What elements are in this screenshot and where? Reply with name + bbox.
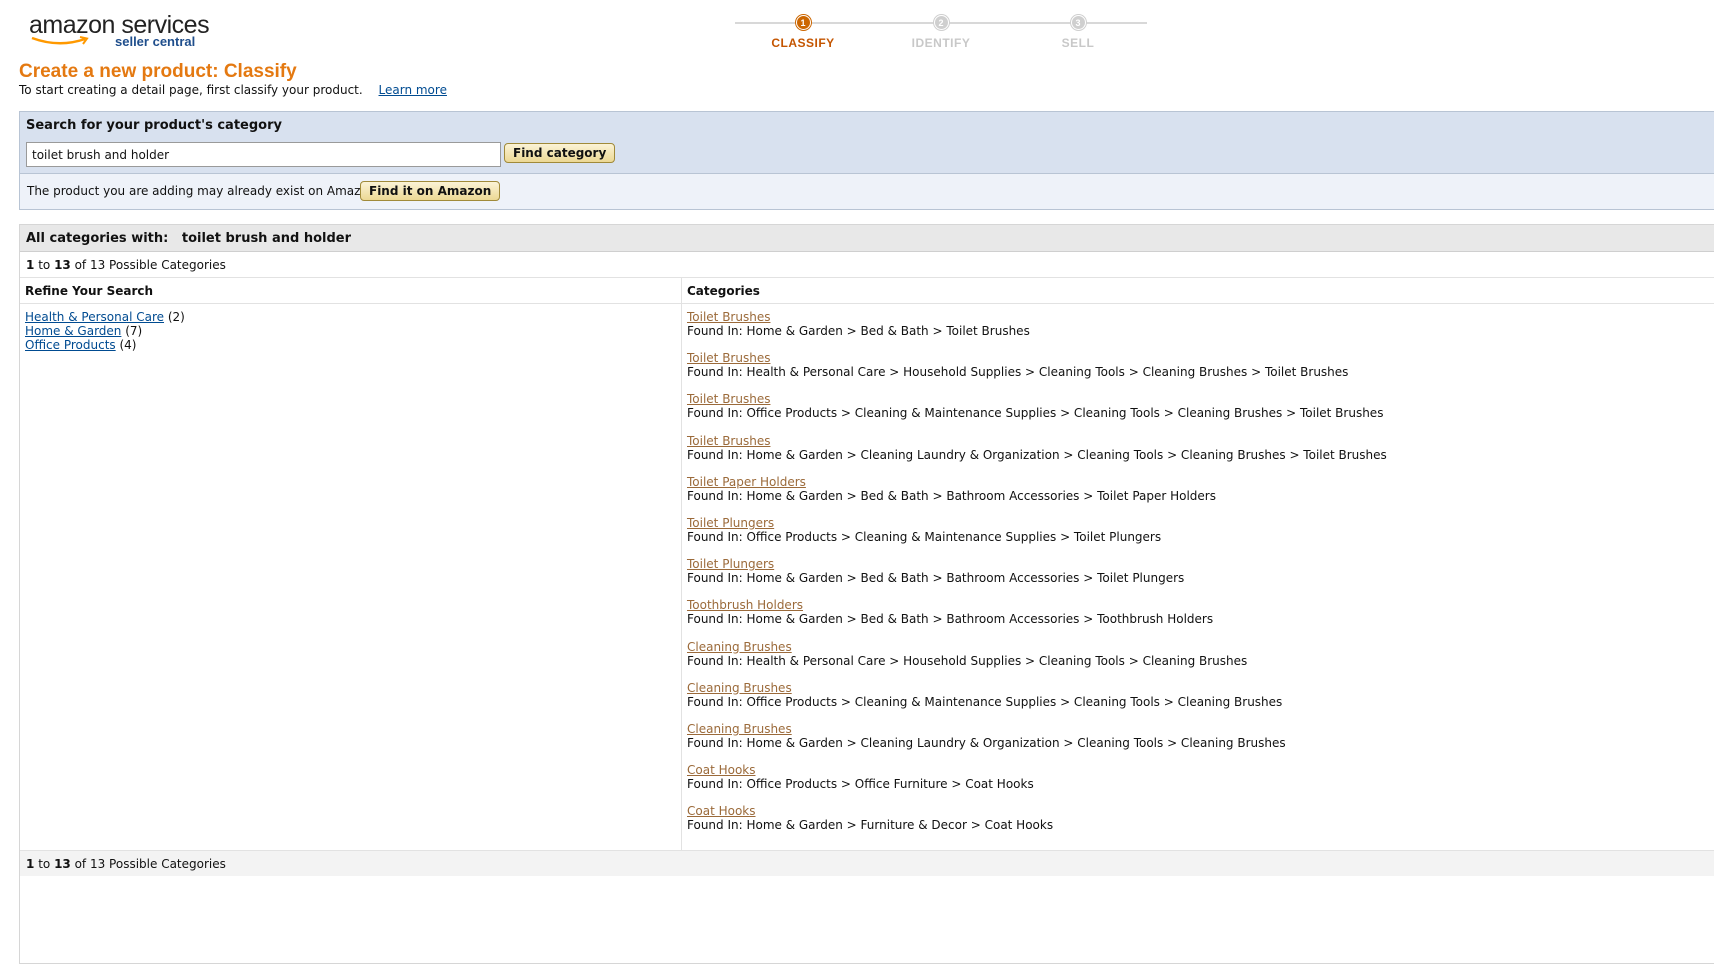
category-link[interactable]: Toilet Plungers bbox=[687, 516, 774, 530]
refine-link-home-garden[interactable]: Home & Garden bbox=[25, 324, 121, 338]
count-total-text: of 13 Possible Categories bbox=[74, 857, 226, 871]
learn-more-link[interactable]: Learn more bbox=[379, 83, 447, 97]
refine-count: (4) bbox=[119, 338, 137, 352]
refine-link-office-products[interactable]: Office Products bbox=[25, 338, 116, 352]
results-heading-term: toilet brush and holder bbox=[181, 231, 351, 246]
category-link[interactable]: Cleaning Brushes bbox=[687, 640, 792, 654]
step-label: CLASSIFY bbox=[771, 36, 835, 50]
results-count-bottom: 1 to 13 of 13 Possible Categories bbox=[20, 850, 1714, 876]
refine-item: Health & Personal Care (2) bbox=[25, 310, 676, 324]
refine-list: Health & Personal Care (2) Home & Garden… bbox=[20, 304, 681, 358]
category-link[interactable]: Toilet Brushes bbox=[687, 434, 770, 448]
results-columns: Refine Your Search Health & Personal Car… bbox=[20, 278, 1714, 850]
find-it-on-amazon-button[interactable]: Find it on Amazon bbox=[360, 181, 501, 201]
step-number-badge: 2 bbox=[933, 15, 949, 30]
category-result: Toilet Brushes Found In: Home & Garden >… bbox=[687, 310, 1713, 351]
category-link[interactable]: Toilet Plungers bbox=[687, 557, 774, 571]
refine-heading: Refine Your Search bbox=[20, 278, 681, 304]
categories-heading: Categories bbox=[682, 278, 1714, 304]
logo-subtitle: seller central bbox=[115, 34, 196, 49]
count-to-word: to bbox=[38, 857, 51, 871]
category-path: Found In: Office Products > Cleaning & M… bbox=[687, 406, 1384, 421]
refine-count: (2) bbox=[167, 310, 185, 324]
count-total-text: of 13 Possible Categories bbox=[74, 258, 226, 272]
category-path: Found In: Home & Garden > Cleaning Laund… bbox=[687, 735, 1286, 750]
progress-steps: 1 CLASSIFY 2 IDENTIFY 3 SELL bbox=[735, 14, 1147, 59]
category-link[interactable]: Coat Hooks bbox=[687, 804, 756, 818]
step-sell: 3 SELL bbox=[1010, 15, 1146, 50]
category-path: Found In: Home & Garden > Bed & Bath > T… bbox=[687, 324, 1030, 338]
step-number-badge: 3 bbox=[1070, 15, 1086, 30]
category-path: Found In: Health & Personal Care > House… bbox=[687, 653, 1248, 668]
category-search-panel: Search for your product's category Find … bbox=[19, 111, 1714, 210]
category-path: Found In: Home & Garden > Cleaning Laund… bbox=[687, 447, 1387, 462]
refine-column: Refine Your Search Health & Personal Car… bbox=[20, 278, 682, 850]
step-label: SELL bbox=[1061, 36, 1095, 50]
intro-text: To start creating a detail page, first c… bbox=[19, 83, 363, 97]
refine-count: (7) bbox=[125, 324, 143, 338]
category-list: Toilet Brushes Found In: Home & Garden >… bbox=[682, 304, 1714, 845]
page-title: Create a new product: Classify bbox=[19, 61, 297, 82]
category-link[interactable]: Toilet Paper Holders bbox=[687, 475, 806, 489]
category-result: Cleaning Brushes Found In: Home & Garden… bbox=[687, 722, 1713, 763]
category-result: Coat Hooks Found In: Office Products > O… bbox=[687, 763, 1713, 804]
category-path: Found In: Home & Garden > Bed & Bath > B… bbox=[687, 488, 1216, 503]
category-link[interactable]: Toilet Brushes bbox=[687, 351, 770, 365]
step-classify: 1 CLASSIFY bbox=[735, 15, 871, 50]
count-from: 1 bbox=[26, 258, 35, 272]
category-result: Toilet Plungers Found In: Office Product… bbox=[687, 516, 1713, 557]
category-path: Found In: Home & Garden > Bed & Bath > B… bbox=[687, 571, 1185, 586]
category-result: Toilet Brushes Found In: Health & Person… bbox=[687, 351, 1713, 392]
category-result: Toilet Plungers Found In: Home & Garden … bbox=[687, 557, 1713, 598]
step-number-badge: 1 bbox=[795, 15, 811, 30]
step-label: IDENTIFY bbox=[911, 36, 971, 50]
category-path: Found In: Home & Garden > Bed & Bath > B… bbox=[687, 612, 1214, 627]
results-count-top: 1 to 13 of 13 Possible Categories bbox=[20, 252, 1714, 278]
category-path: Found In: Office Products > Cleaning & M… bbox=[687, 529, 1162, 544]
find-category-button[interactable]: Find category bbox=[504, 143, 616, 163]
category-path: Found In: Office Products > Office Furni… bbox=[687, 777, 1034, 792]
category-link[interactable]: Coat Hooks bbox=[687, 763, 756, 777]
count-to: 13 bbox=[54, 857, 71, 871]
category-link[interactable]: Toilet Brushes bbox=[687, 392, 770, 406]
category-result: Toilet Brushes Found In: Home & Garden >… bbox=[687, 434, 1713, 475]
category-result: Toilet Paper Holders Found In: Home & Ga… bbox=[687, 475, 1713, 516]
category-link[interactable]: Cleaning Brushes bbox=[687, 722, 792, 736]
category-link[interactable]: Toilet Brushes bbox=[687, 310, 770, 324]
refine-link-health-personal-care[interactable]: Health & Personal Care bbox=[25, 310, 164, 324]
category-search-input[interactable] bbox=[26, 142, 501, 167]
category-link[interactable]: Toothbrush Holders bbox=[687, 598, 803, 612]
category-result: Toothbrush Holders Found In: Home & Gard… bbox=[687, 598, 1713, 639]
count-to: 13 bbox=[54, 258, 71, 272]
category-result: Toilet Brushes Found In: Office Products… bbox=[687, 392, 1713, 433]
category-result: Cleaning Brushes Found In: Office Produc… bbox=[687, 681, 1713, 722]
count-from: 1 bbox=[26, 857, 35, 871]
category-result: Coat Hooks Found In: Home & Garden > Fur… bbox=[687, 804, 1713, 845]
category-path: Found In: Health & Personal Care > House… bbox=[687, 365, 1349, 380]
results-panel: All categories with: toilet brush and ho… bbox=[19, 224, 1714, 964]
refine-item: Office Products (4) bbox=[25, 338, 676, 352]
category-path: Found In: Home & Garden > Furniture & De… bbox=[687, 818, 1054, 833]
exist-on-amazon-text: The product you are adding may already e… bbox=[27, 184, 380, 198]
search-heading: Search for your product's category bbox=[26, 118, 282, 133]
results-heading-label: All categories with: bbox=[26, 231, 169, 246]
refine-item: Home & Garden (7) bbox=[25, 324, 676, 338]
category-path: Found In: Office Products > Cleaning & M… bbox=[687, 694, 1283, 709]
results-heading: All categories with: toilet brush and ho… bbox=[20, 225, 1714, 252]
category-result: Cleaning Brushes Found In: Health & Pers… bbox=[687, 640, 1713, 681]
categories-column: Categories Toilet Brushes Found In: Home… bbox=[682, 278, 1714, 850]
count-to-word: to bbox=[38, 258, 51, 272]
page-intro: To start creating a detail page, first c… bbox=[19, 83, 447, 97]
search-header: Search for your product's category Find … bbox=[20, 112, 1714, 174]
smile-arrow-icon bbox=[31, 36, 89, 45]
amazon-services-logo[interactable]: amazon services seller central bbox=[29, 11, 229, 51]
category-link[interactable]: Cleaning Brushes bbox=[687, 681, 792, 695]
step-identify: 2 IDENTIFY bbox=[873, 15, 1009, 50]
